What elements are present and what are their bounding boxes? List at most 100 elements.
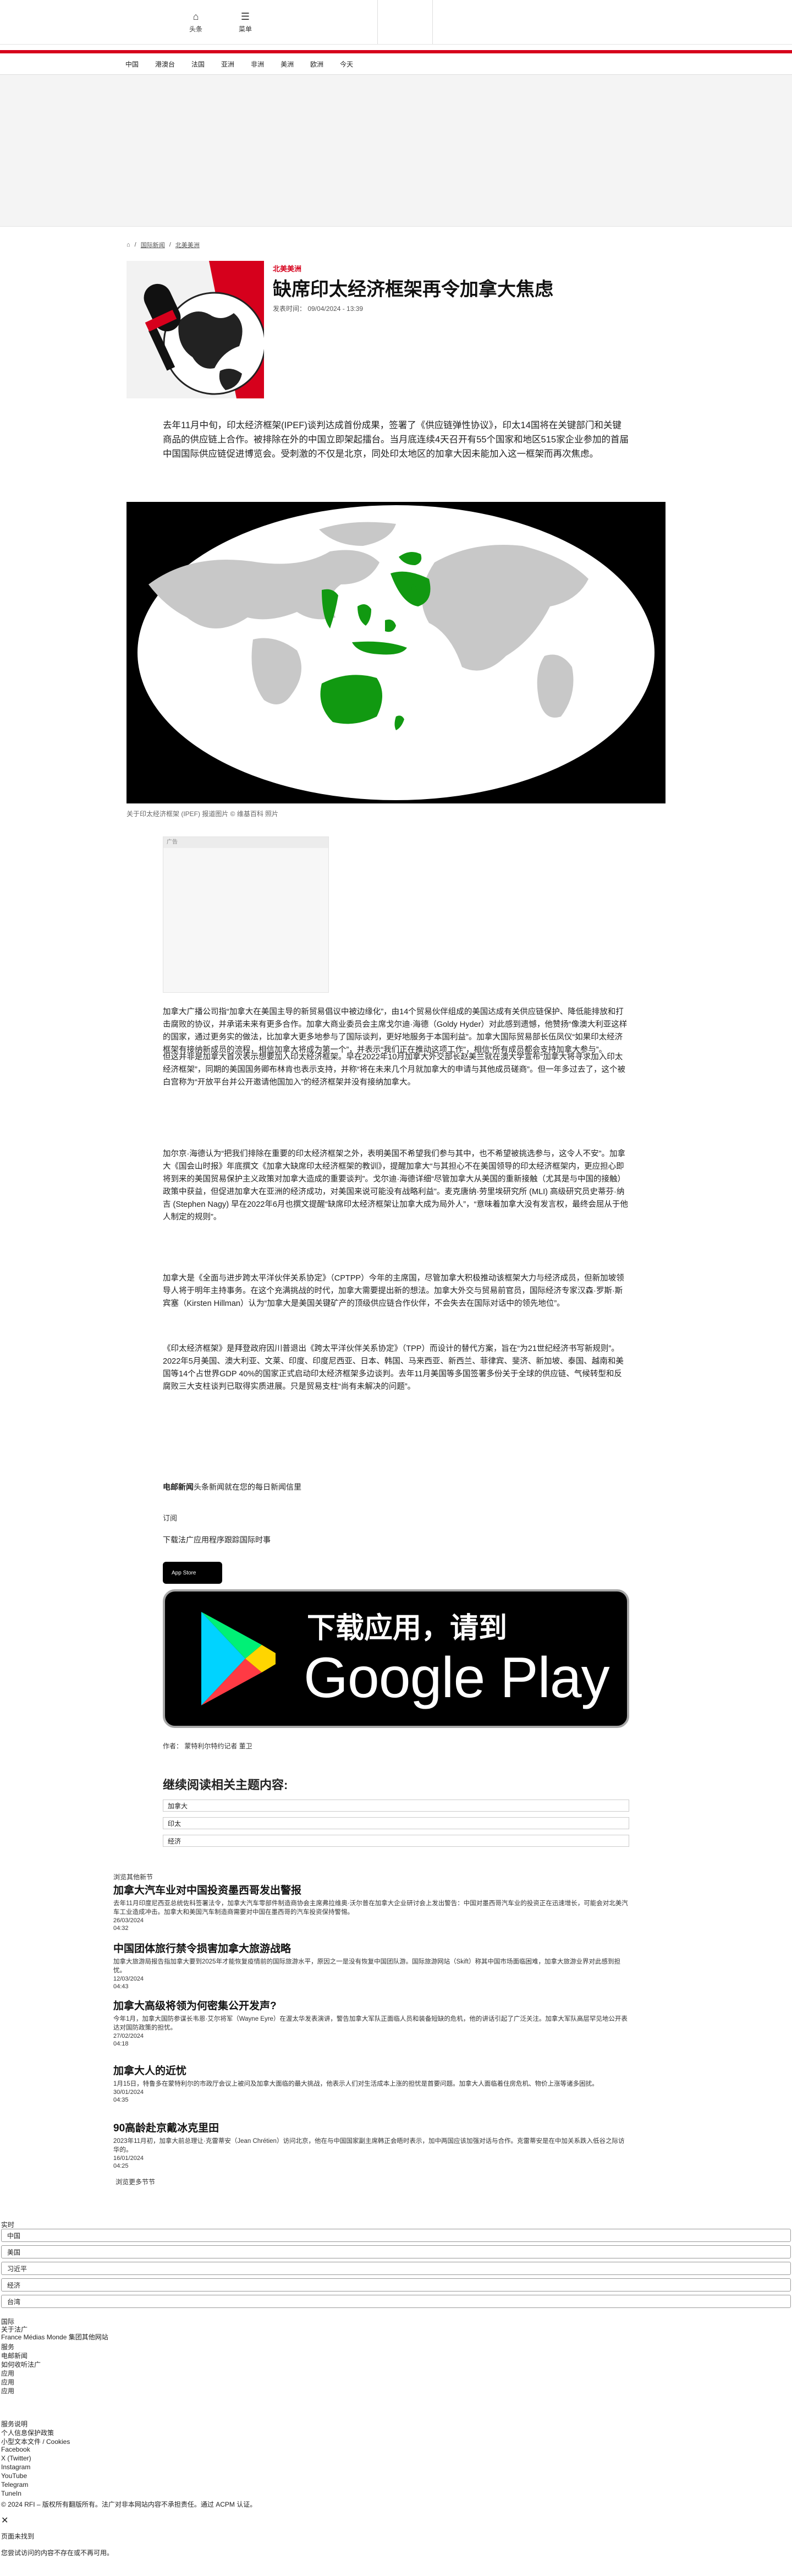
footer-link[interactable]: France Médias Monde 集团其他网站 [1,2332,108,2342]
facebook-link[interactable]: Facebook [1,2446,30,2453]
ad-label: 广告 [163,837,328,848]
google-play-button[interactable]: 下载应用，请到 Google Play [163,1589,629,1728]
article-paragraph: 加尔京·海德认为“把我们排除在重要的印太经济框架之外，表明美国不希望我们参与其中… [163,1150,628,1222]
top-bar: ⌂ 头条 ☰ 菜单 [0,0,792,45]
related-summary: 去年11月印度尼西亚总统佐科签署法令，加拿大汽车零部件制造商协会主席弗拉维奥·沃… [113,1900,628,1916]
notfound-title: 页面未找到 [1,2533,35,2540]
article-lead: 去年11月中旬，印太经济框架(IPEF)谈判达成首份成果，签署了《供应链弹性协议… [163,420,629,459]
footer-link[interactable]: 服务说明 [1,2419,28,2429]
subscribe-link[interactable]: 订阅 [163,1512,177,1523]
nav-item[interactable]: 港澳台 [155,59,175,69]
related-title[interactable]: 加拿大人的近忧 [113,2063,630,2077]
telegram-link[interactable]: Telegram [1,2481,28,2489]
related-title[interactable]: 加拿大汽车业对中国投资墨西哥发出警报 [113,1882,630,1897]
footer-tag[interactable]: 中国 [1,2229,791,2242]
home-icon: ⌂ [193,11,199,22]
related-title[interactable]: 加拿大高级将领为何密集公开发声? [113,1998,630,2012]
menu-icon: ☰ [240,11,250,22]
newsletter-title: 电邮新闻 [163,1483,194,1491]
home-button[interactable]: ⌂ 头条 [179,11,212,34]
related-article[interactable]: 加拿大汽车业对中国投资墨西哥发出警报 去年11月印度尼西亚总统佐科签署法令，加拿… [113,1882,630,1932]
related-time: 04:35 [113,2097,129,2103]
nav-item[interactable]: 欧洲 [310,59,323,69]
footer-link[interactable]: 个人信息保护政策 [1,2428,54,2437]
google-play-line1: 下载应用，请到 [307,1612,508,1644]
home-icon[interactable]: ⌂ [127,242,130,248]
top-ad-area [0,75,792,227]
notfound-text: 您尝试访问的内容不存在或不再可用。 [1,2549,114,2557]
publish-date: 发表时间： 09/04/2024 - 13:39 [273,305,364,313]
article-paragraph: 但这并非是加拿大首次表示想要加入印太经济框架。早在2022年10月加拿大外交部长… [163,1053,625,1087]
related-title[interactable]: 中国团体旅行禁令损害加拿大旅游战略 [113,1940,630,1955]
article-section[interactable]: 北美美洲 [273,263,301,274]
footer-link[interactable]: 应用 [1,2369,14,2378]
article-paragraph: 加拿大是《全面与进步跨太平洋伙伴关系协定》（CPTPP）今年的主席国，尽管加拿大… [163,1274,624,1308]
image-caption: 关于印太经济框架 (IPEF) 报道图片 © 维基百科 照片 [127,810,279,818]
menu-label: 菜单 [238,25,252,33]
copyright: © 2024 RFI – 版权所有翻版所有。法广对非本网站内容不承担责任。通过 … [1,2501,257,2508]
article-paragraph: 《印太经济框架》是拜登政府因川普退出《跨太平洋伙伴关系协定》（TPP）而设计的替… [163,1344,624,1391]
related-time: 04:25 [113,2163,129,2169]
footer-link[interactable]: 电邮新闻 [1,2351,28,2360]
nav-item[interactable]: 非洲 [251,59,264,69]
app-promo-text: 下载法广应用程序跟踪国际时事 [163,1535,271,1544]
article-map-image [127,502,666,803]
google-play-icon [201,1612,276,1705]
nav-item[interactable]: 美洲 [280,59,294,69]
related-article[interactable]: 90高龄赴京戴冰克里田 2023年11月初，加拿大前总理让·克雷蒂安（Jean … [113,2120,630,2170]
ad-slot: 广告 [163,836,329,993]
related-date: 12/03/2024 [113,1976,144,1982]
related-article[interactable]: 加拿大高级将领为何密集公开发声? 今年1月，加拿大国防参谋长韦恩·艾尔将军（Wa… [113,1998,630,2048]
related-date: 27/02/2024 [113,2033,144,2039]
tunein-link[interactable]: TuneIn [1,2490,21,2497]
footer-link[interactable]: 如何收听法广 [1,2360,41,2369]
related-time: 04:32 [113,1925,129,1932]
nav-item[interactable]: 亚洲 [221,59,234,69]
footer-link[interactable]: 服务 [1,2342,14,2351]
google-play-line2: Google Play [304,1646,610,1710]
topic-tag[interactable]: 经济 [163,1835,629,1847]
more-link[interactable]: 浏览更多节节 [116,2177,155,2186]
related-date: 26/03/2024 [113,1917,144,1924]
live-label: 实时 [1,2221,15,2229]
breadcrumb-item[interactable]: 国际新闻 [141,240,165,249]
footer-tag[interactable]: 美国 [1,2245,791,2258]
related-time: 04:43 [113,1983,129,1990]
topics-heading: 继续阅读相关主题内容: [163,1778,288,1792]
related-date: 16/01/2024 [113,2155,144,2162]
related-summary: 加拿大旅游局报告指加拿大要到2025年才能恢复疫情前的国际旅游水平，原因之一是没… [113,1959,620,1974]
close-icon[interactable]: ✕ [1,2515,8,2526]
footer-tag[interactable]: 台湾 [1,2295,791,2308]
related-summary: 今年1月，加拿大国防参谋长韦恩·艾尔将军（Wayne Eyre）在渥太华发表演讲… [113,2016,628,2031]
article-paragraph: 加拿大广播公司指“加拿大在美国主导的新贸易倡议中被边缘化”，由14个贸易伙伴组成… [163,1008,628,1054]
breadcrumb-item[interactable]: 北美美洲 [175,240,200,249]
related-article[interactable]: 中国团体旅行禁令损害加拿大旅游战略 加拿大旅游局报告指加拿大要到2025年才能恢… [113,1940,630,1990]
main-nav: 中国 港澳台 法国 亚洲 非洲 美洲 欧洲 今天 [0,53,792,75]
related-title[interactable]: 90高龄赴京戴冰克里田 [113,2120,630,2135]
article-hero-image [127,261,264,398]
menu-button[interactable]: ☰ 菜单 [229,11,262,34]
footer-link[interactable]: 应用 [1,2386,14,2395]
home-label: 头条 [189,25,202,33]
article-author: 作者： 蒙特利尔特约记者 董卫 [163,1742,252,1750]
instagram-link[interactable]: Instagram [1,2463,30,2471]
footer-tag[interactable]: 经济 [1,2278,791,2291]
app-store-button[interactable]: App Store [163,1562,222,1584]
footer-link[interactable]: 应用 [1,2377,14,2387]
footer-tag[interactable]: 习近平 [1,2262,791,2275]
page-title: 缺席印太经济框架再令加拿大焦虑 [273,279,553,300]
related-summary: 2023年11月初，加拿大前总理让·克雷蒂安（Jean Chrétien）访问北… [113,2138,625,2153]
youtube-link[interactable]: YouTube [1,2472,27,2480]
topic-tag[interactable]: 印太 [163,1817,629,1829]
related-date: 30/01/2024 [113,2089,144,2096]
nav-item[interactable]: 今天 [340,59,353,69]
related-article[interactable]: 加拿大人的近忧 1月15日，特鲁多在蒙特利尔的市政厅会议上被问及加拿大面临的最大… [113,2063,630,2104]
nav-item[interactable]: 法国 [191,59,205,69]
topic-tag[interactable]: 加拿大 [163,1800,629,1812]
twitter-link[interactable]: X (Twitter) [1,2454,31,2462]
newsletter-promo: 电邮新闻头条新闻就在您的每日新闻信里 [163,1481,301,1492]
app-store-label: App Store [172,1569,196,1576]
nav-item[interactable]: 中国 [125,59,139,69]
footer-link[interactable]: 小型文本文件 / Cookies [1,2437,70,2446]
related-summary: 1月15日，特鲁多在蒙特利尔的市政厅会议上被问及加拿大面临的最大挑战，他表示人们… [113,2081,598,2087]
